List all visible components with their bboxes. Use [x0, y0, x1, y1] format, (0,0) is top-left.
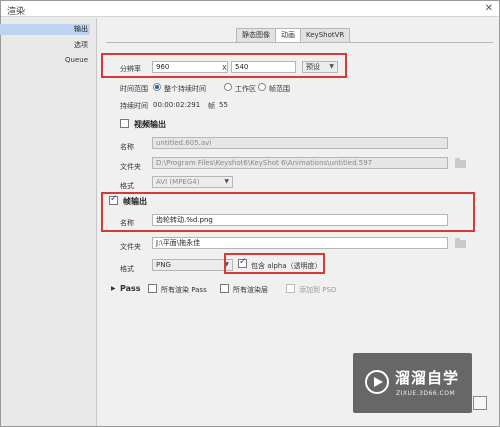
video-folder-input[interactable]: D:\Program Files\Keyshot6\KeyShot 6\Anim…	[152, 157, 448, 169]
video-output-title: 视频输出	[134, 120, 166, 129]
frame-name-label: 名称	[120, 219, 134, 227]
caret-down-icon: ▼	[329, 63, 334, 70]
watermark-url: ZIXUE.3D66.COM	[396, 390, 456, 397]
time-range-frames-radio[interactable]	[258, 83, 266, 91]
render-dialog: 渲染 ✕ 输出 选项 Queue 静态图像 动画 KeyShotVR 分辨率 9…	[0, 0, 500, 427]
sidebar-item-label: Queue	[65, 56, 88, 64]
frames-label: 帧	[208, 102, 215, 110]
include-alpha-label: 包含 alpha（透明度）	[251, 262, 322, 270]
resolution-width-input[interactable]: 960	[152, 61, 228, 73]
video-format-label: 格式	[120, 182, 134, 190]
resolution-x-label: X	[222, 64, 227, 72]
preset-label: 预设	[306, 63, 320, 71]
resolution-height-input[interactable]: 540	[231, 61, 296, 73]
tab-keyshotvr[interactable]: KeyShotVR	[300, 28, 351, 42]
time-range-label: 时间范围	[120, 85, 148, 93]
tab-animation[interactable]: 动画	[275, 28, 301, 42]
all-render-pass-label: 所有渲染 Pass	[161, 286, 207, 294]
video-format-dropdown[interactable]: AVI (MPEG4) ▼	[152, 176, 233, 188]
window-title: 渲染	[7, 7, 26, 17]
sidebar-item-label: 输出	[74, 25, 88, 33]
resolution-label: 分辨率	[120, 65, 141, 73]
frame-format-label: 格式	[120, 265, 134, 273]
time-range-full-radio[interactable]	[153, 83, 161, 91]
duration-value: 00:00:02:291	[153, 101, 201, 109]
frame-output-title: 帧输出	[123, 197, 147, 206]
title-bar: 渲染 ✕	[1, 1, 499, 17]
time-range-full-label: 整个持续时间	[164, 85, 206, 93]
include-alpha-checkbox[interactable]	[238, 257, 247, 268]
tab-bar: 静态图像 动画 KeyShotVR	[236, 28, 351, 42]
frame-format-dropdown[interactable]: PNG ▼	[152, 259, 233, 271]
sidebar-item-label: 选项	[74, 41, 88, 49]
sidebar: 输出 选项 Queue	[0, 18, 97, 426]
frames-value: 55	[219, 101, 228, 109]
video-name-input[interactable]: untitled.605.avi	[152, 137, 448, 149]
close-icon[interactable]: ✕	[485, 3, 493, 14]
all-render-pass-checkbox[interactable]	[148, 284, 157, 293]
frame-folder-label: 文件夹	[120, 243, 141, 251]
time-range-frames-label: 帧范围	[269, 85, 290, 93]
caret-down-icon: ▼	[224, 178, 229, 185]
all-render-layers-label: 所有渲染层	[233, 286, 268, 294]
frame-format-value: PNG	[156, 261, 171, 269]
preset-dropdown[interactable]: 预设 ▼	[302, 61, 338, 73]
sidebar-item-options[interactable]: 选项	[0, 40, 90, 51]
all-render-layers-checkbox[interactable]	[220, 284, 229, 293]
frame-output-checkbox[interactable]	[109, 194, 118, 205]
frame-name-input[interactable]: 齿轮转动.%d.png	[152, 214, 448, 226]
folder-icon[interactable]	[455, 238, 466, 248]
watermark: 溜溜自学 ZIXUE.3D66.COM	[353, 353, 472, 413]
sidebar-item-output[interactable]: 输出	[0, 24, 90, 35]
duration-label: 持续时间	[120, 102, 148, 110]
time-range-workarea-radio[interactable]	[224, 83, 232, 91]
video-name-label: 名称	[120, 143, 134, 151]
resize-grip[interactable]	[473, 396, 487, 410]
time-range-workarea-label: 工作区	[235, 85, 256, 93]
caret-down-icon: ▼	[224, 261, 229, 268]
video-folder-label: 文件夹	[120, 163, 141, 171]
video-output-checkbox[interactable]	[120, 119, 129, 128]
sidebar-item-queue[interactable]: Queue	[0, 55, 90, 66]
video-format-value: AVI (MPEG4)	[156, 178, 200, 186]
watermark-name: 溜溜自学	[395, 369, 460, 387]
tab-still-image[interactable]: 静态图像	[236, 28, 276, 42]
play-logo-icon	[365, 370, 389, 394]
folder-icon[interactable]	[455, 158, 466, 168]
frame-folder-input[interactable]: J:\平面\拖永佳	[152, 237, 448, 249]
add-to-psd-checkbox[interactable]	[286, 284, 295, 293]
pass-label: Pass	[120, 284, 141, 293]
add-to-psd-label: 添加到 PSD	[299, 286, 337, 294]
expand-arrow-icon[interactable]: ▶	[111, 285, 116, 292]
